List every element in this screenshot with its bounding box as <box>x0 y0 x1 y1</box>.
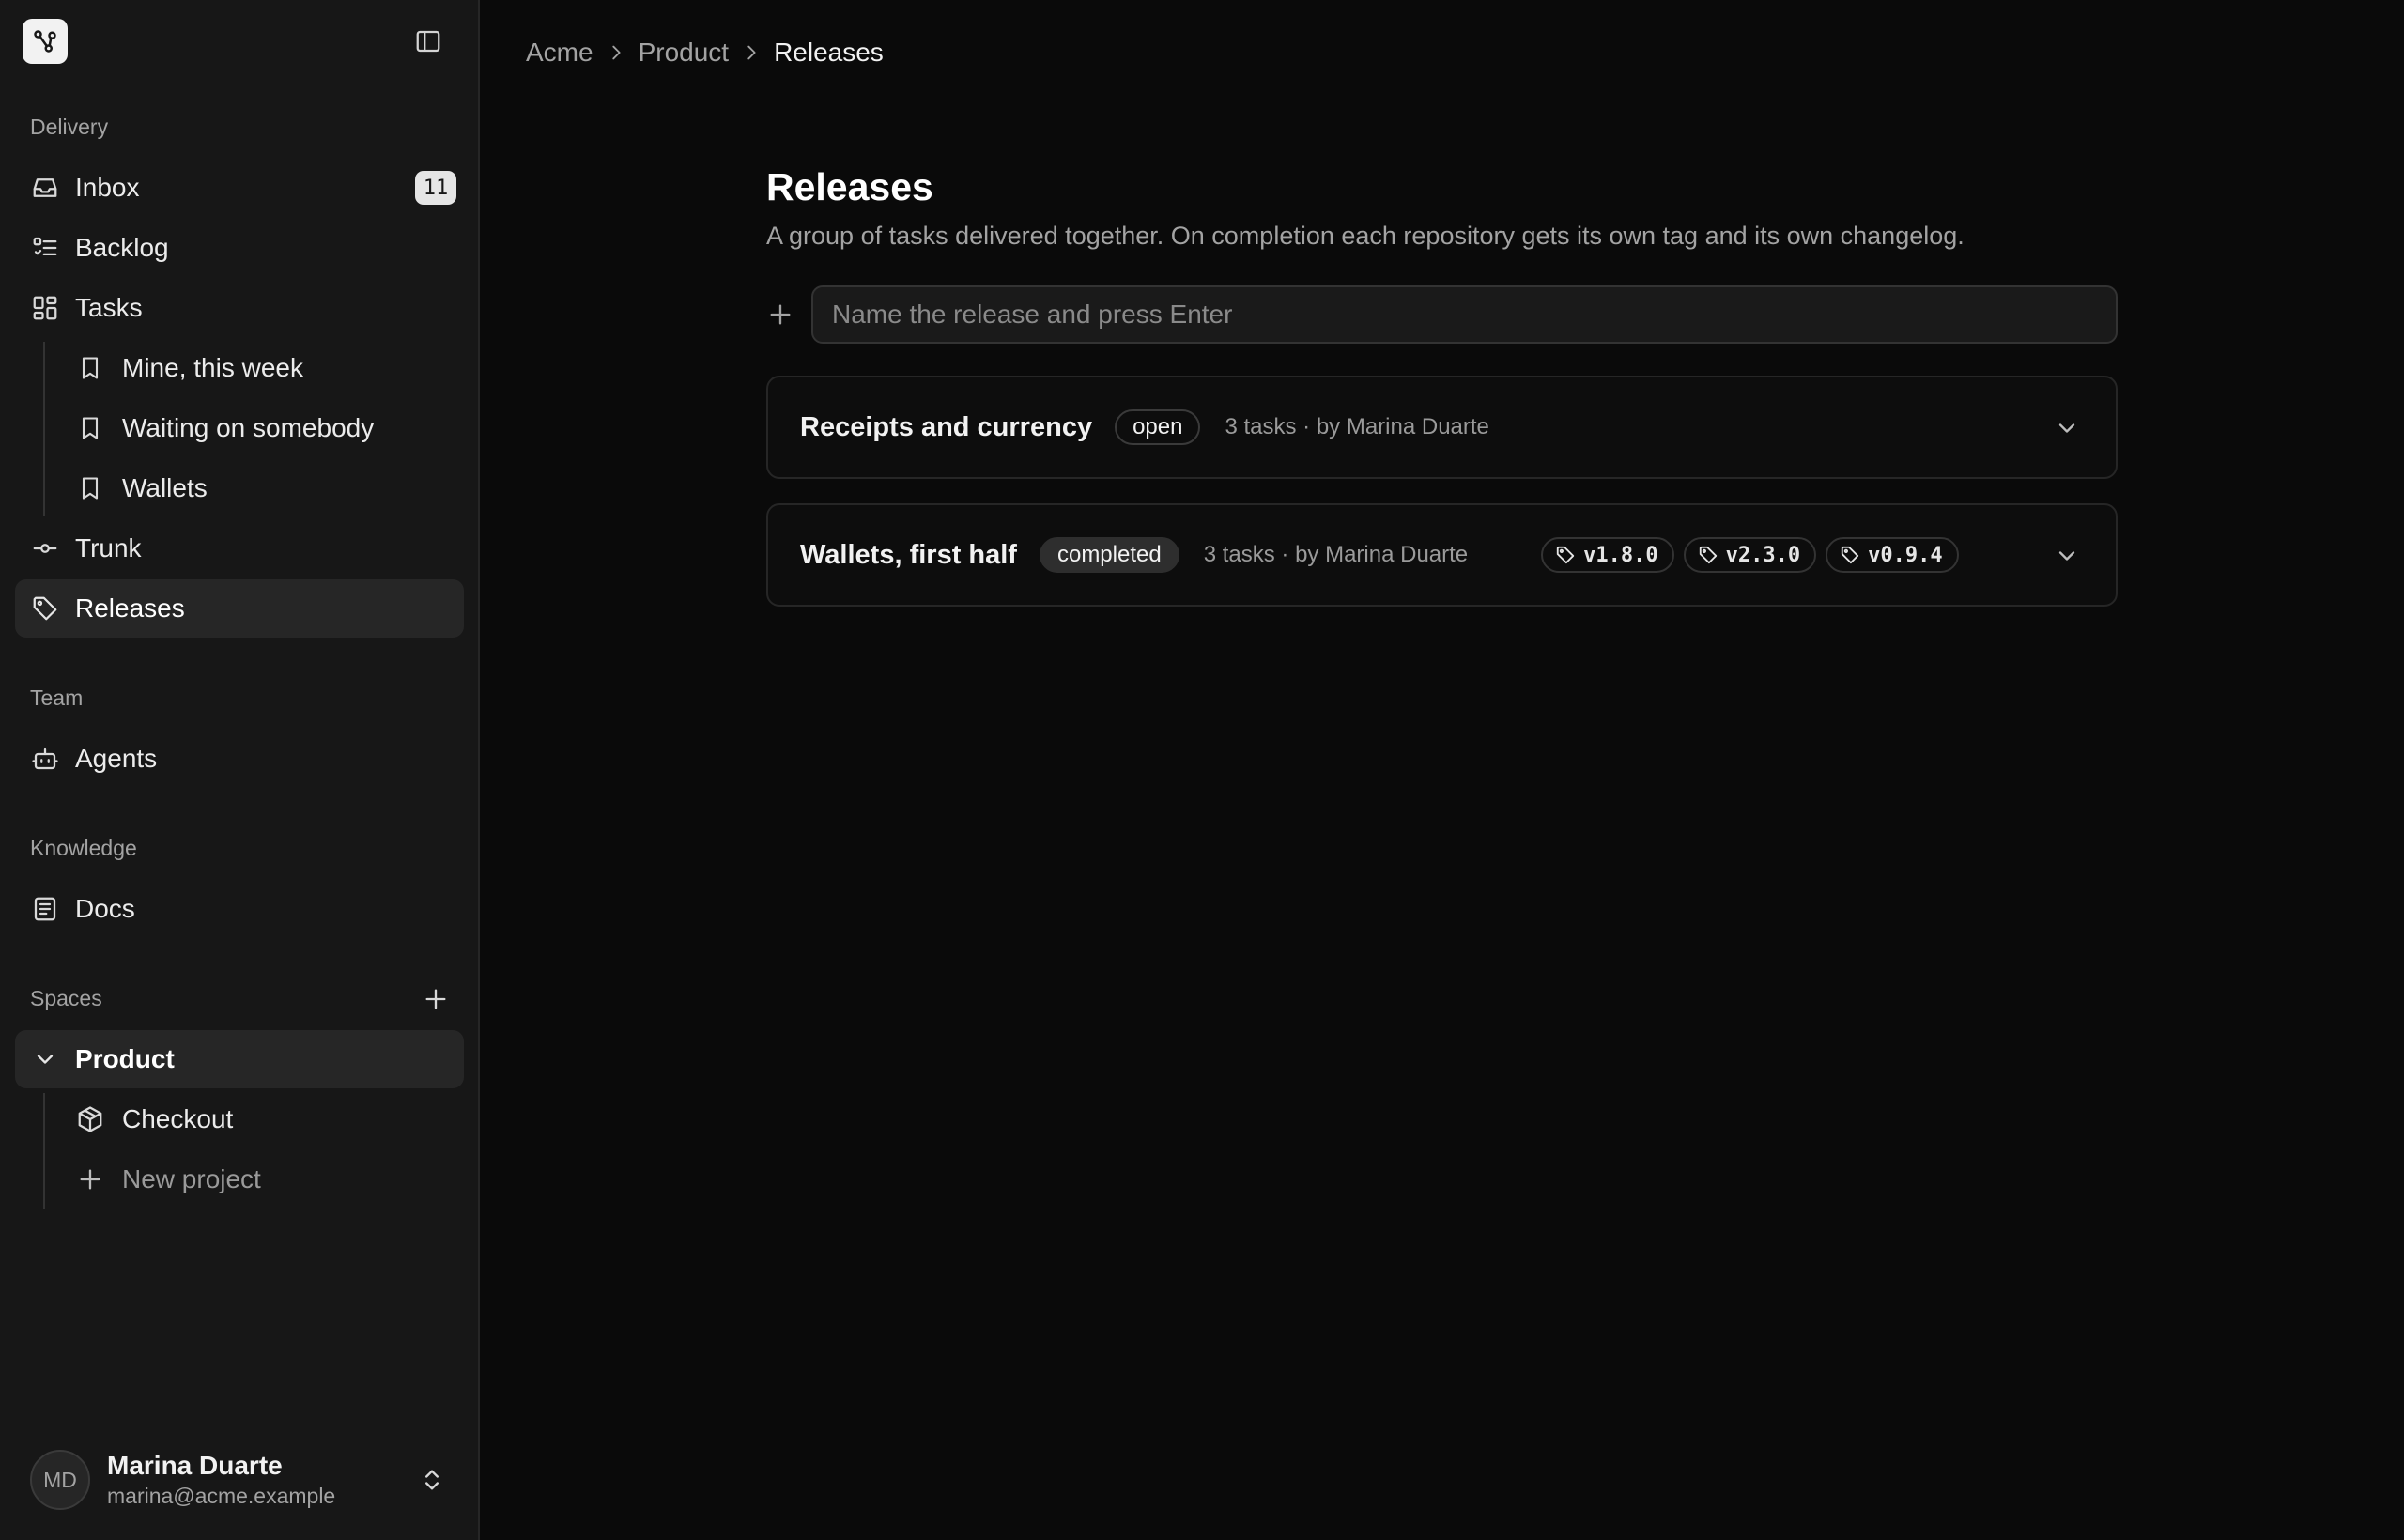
layout-grid-icon <box>30 293 60 323</box>
saved-view-label: Mine, this week <box>122 353 303 382</box>
tag-icon <box>1556 546 1575 564</box>
release-meta: 3 tasks · by Marina Duarte <box>1225 414 1489 439</box>
version-tag[interactable]: v1.8.0 <box>1541 537 1674 573</box>
chevron-right-icon <box>593 39 639 66</box>
new-project-label: New project <box>122 1164 261 1194</box>
bookmark-icon <box>75 473 105 503</box>
plus-icon <box>75 1164 105 1194</box>
version-tag[interactable]: v0.9.4 <box>1826 537 1959 573</box>
space-item-label: Product <box>75 1044 175 1073</box>
user-email: marina@acme.example <box>107 1484 336 1508</box>
space-item-product[interactable]: Product <box>15 1030 464 1088</box>
plus-icon <box>770 304 791 325</box>
saved-view-wallets[interactable]: Wallets <box>60 459 464 517</box>
sidebar-item-releases[interactable]: Releases <box>15 579 464 638</box>
section-label-spaces: Spaces <box>30 986 102 1010</box>
chevrons-up-down-icon <box>415 1463 449 1497</box>
release-card[interactable]: Receipts and currency open 3 tasks · by … <box>766 376 2118 479</box>
sidebar-item-inbox[interactable]: Inbox 11 <box>15 159 464 217</box>
release-tags: v1.8.0 v2.3.0 v0.9.4 <box>1541 537 1959 573</box>
add-space-button[interactable] <box>421 984 451 1014</box>
chevron-down-icon[interactable] <box>2052 541 2082 571</box>
tag-icon <box>30 593 60 624</box>
sidebar-item-label: Inbox <box>75 173 140 202</box>
tree-guide-line <box>43 342 45 516</box>
bookmark-icon <box>75 413 105 443</box>
project-item-checkout[interactable]: Checkout <box>60 1090 464 1148</box>
sidebar-item-label: Trunk <box>75 533 142 562</box>
add-release-button[interactable] <box>764 299 796 331</box>
sidebar-item-label: Tasks <box>75 293 143 322</box>
user-name: Marina Duarte <box>107 1451 283 1480</box>
plus-icon <box>425 989 446 1009</box>
release-name-input[interactable] <box>811 285 2118 344</box>
chevron-down-icon[interactable] <box>2052 413 2082 443</box>
saved-view-waiting-on-somebody[interactable]: Waiting on somebody <box>60 399 464 457</box>
breadcrumb-item-acme[interactable]: Acme <box>526 38 593 68</box>
sidebar-item-tasks[interactable]: Tasks <box>15 279 464 337</box>
release-name: Receipts and currency <box>800 411 1093 442</box>
sidebar-item-docs[interactable]: Docs <box>15 880 464 938</box>
package-icon <box>75 1104 105 1134</box>
sidebar-item-agents[interactable]: Agents <box>15 730 464 788</box>
sidebar: Delivery Inbox 11 Backlog Tasks Mine, th… <box>0 0 480 1540</box>
breadcrumb: Acme Product Releases <box>526 32 884 73</box>
sidebar-item-label: Agents <box>75 744 158 773</box>
project-item-label: Checkout <box>122 1104 234 1133</box>
panel-left-icon <box>416 30 440 53</box>
list-todo-icon <box>30 233 60 263</box>
saved-view-label: Wallets <box>122 473 208 502</box>
saved-view-mine-this-week[interactable]: Mine, this week <box>60 339 464 397</box>
sidebar-item-label: Backlog <box>75 233 169 262</box>
version-tag-label: v2.3.0 <box>1725 543 1801 567</box>
section-label-knowledge: Knowledge <box>30 836 137 860</box>
bookmark-icon <box>75 353 105 383</box>
release-name: Wallets, first half <box>800 539 1017 570</box>
status-badge: open <box>1115 409 1201 445</box>
sidebar-item-label: Releases <box>75 593 185 623</box>
breadcrumb-item-product[interactable]: Product <box>639 38 730 68</box>
sidebar-item-backlog[interactable]: Backlog <box>15 219 464 277</box>
chevron-right-icon <box>729 39 774 66</box>
chevron-down-icon <box>30 1044 60 1074</box>
breadcrumb-item-releases: Releases <box>774 38 884 67</box>
version-tag[interactable]: v2.3.0 <box>1683 537 1817 573</box>
app-logo[interactable] <box>23 19 68 64</box>
saved-view-label: Waiting on somebody <box>122 413 375 442</box>
tag-icon <box>1699 546 1717 564</box>
user-menu-button[interactable]: MD Marina Duarte marina@acme.example <box>15 1437 464 1523</box>
new-project-button[interactable]: New project <box>60 1150 464 1209</box>
status-badge: completed <box>1039 537 1179 573</box>
section-label-team: Team <box>30 685 84 710</box>
inbox-count-badge: 11 <box>415 171 456 205</box>
book-icon <box>30 894 60 924</box>
inbox-icon <box>30 173 60 203</box>
section-label-delivery: Delivery <box>30 115 109 139</box>
tree-guide-line <box>43 1093 45 1209</box>
sidebar-item-label: Docs <box>75 894 135 923</box>
user-info: Marina Duarte marina@acme.example <box>107 1450 335 1510</box>
version-tag-label: v1.8.0 <box>1583 543 1658 567</box>
avatar: MD <box>30 1450 90 1510</box>
branch-logo-icon <box>34 30 56 53</box>
release-card[interactable]: Wallets, first half completed 3 tasks · … <box>766 503 2118 607</box>
release-meta: 3 tasks · by Marina Duarte <box>1203 542 1469 567</box>
sidebar-item-trunk[interactable]: Trunk <box>15 519 464 578</box>
page-title: Releases <box>766 165 933 208</box>
page-description: A group of tasks delivered together. On … <box>766 222 1965 250</box>
version-tag-label: v0.9.4 <box>1868 543 1943 567</box>
git-commit-icon <box>30 533 60 563</box>
bot-icon <box>30 744 60 774</box>
sidebar-toggle-button[interactable] <box>411 24 445 58</box>
tag-icon <box>1841 546 1859 564</box>
